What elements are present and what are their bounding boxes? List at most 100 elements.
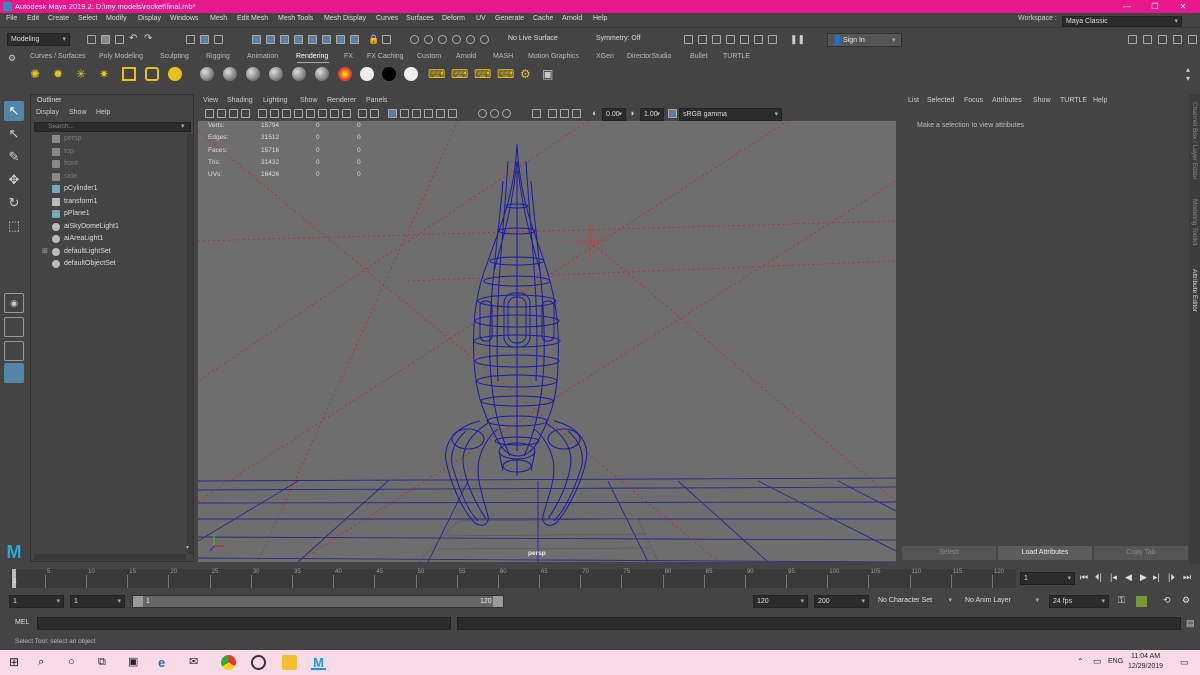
command-language-label[interactable]: MEL xyxy=(15,619,29,626)
shelf-tab-fx[interactable]: FX xyxy=(344,53,353,60)
clock-time[interactable]: 11:04 AM xyxy=(1131,653,1160,660)
render-current-icon[interactable]: ⌨ xyxy=(451,67,468,81)
use-background-icon[interactable] xyxy=(382,67,396,81)
image-plane-icon[interactable] xyxy=(241,109,250,118)
select-by-render-icon[interactable] xyxy=(336,35,345,44)
step-back-frame-icon[interactable]: |◂ xyxy=(1110,572,1117,583)
light-editor-icon[interactable] xyxy=(768,35,777,44)
play-forwards-icon[interactable]: ▶ xyxy=(1140,572,1147,583)
menu-surfaces[interactable]: Surfaces xyxy=(406,15,434,22)
shelf-tab-poly-modeling[interactable]: Poly Modeling xyxy=(99,53,143,60)
minimize-button[interactable]: — xyxy=(1113,0,1141,13)
mail-icon[interactable]: ✉ xyxy=(189,655,204,670)
menu-cache[interactable]: Cache xyxy=(533,15,553,22)
maya-taskbar-icon[interactable]: M xyxy=(311,655,326,670)
select-by-misc-icon[interactable] xyxy=(350,35,359,44)
time-slider[interactable]: 5 10 15 20 25 30 35 40 45 50 55 60 65 70 75 80 85 90 95 100… xyxy=(0,567,1200,591)
character-set-dropdown[interactable]: No Character Set xyxy=(875,595,955,608)
modeling-toolkit-icon[interactable] xyxy=(1128,35,1137,44)
ae-menu-focus[interactable]: Focus xyxy=(964,97,983,104)
range-end-handle[interactable] xyxy=(493,596,503,607)
outliner-persp-layout-icon[interactable] xyxy=(4,363,24,383)
playback-loop-icon[interactable]: ⟲ xyxy=(1163,595,1171,606)
ae-menu-selected[interactable]: Selected xyxy=(927,97,954,104)
outliner-item[interactable]: transform1 xyxy=(52,196,97,208)
motion-blur-icon[interactable] xyxy=(490,109,499,118)
area-light-icon[interactable] xyxy=(122,67,136,81)
outliner-scrollbar[interactable] xyxy=(187,134,193,554)
shelf-tab-turtle[interactable]: TURTLE xyxy=(723,53,750,60)
shelf-tab-arnold[interactable]: Arnold xyxy=(456,53,476,60)
outliner-search-input[interactable]: Search... xyxy=(34,122,191,132)
ramp-shader-icon[interactable] xyxy=(338,67,352,81)
scene-end-field[interactable]: 200 xyxy=(814,595,869,608)
xray-joints-icon[interactable] xyxy=(560,109,569,118)
camera-select-icon[interactable] xyxy=(205,109,214,118)
vp-menu-panels[interactable]: Panels xyxy=(366,97,387,104)
ipr-render-icon[interactable] xyxy=(712,35,721,44)
film-gate-icon[interactable] xyxy=(270,109,279,118)
menu-mesh-display[interactable]: Mesh Display xyxy=(324,15,366,22)
shelf-tab-curves-surfaces[interactable]: Curves / Surfaces xyxy=(30,53,86,60)
lambert-material-icon[interactable] xyxy=(223,67,237,81)
input-language[interactable]: ENG xyxy=(1108,658,1123,665)
outliner-item[interactable]: top xyxy=(52,146,74,158)
render-globals-icon[interactable]: ⌨ xyxy=(497,67,514,81)
snap-view-icon[interactable] xyxy=(480,35,489,44)
live-surface-label[interactable]: No Live Surface xyxy=(508,35,558,42)
tab-attribute-editor[interactable]: Attribute Editor xyxy=(1191,269,1198,312)
hypershade-icon[interactable] xyxy=(740,35,749,44)
menu-create[interactable]: Create xyxy=(48,15,69,22)
xray-icon[interactable] xyxy=(370,109,379,118)
vp-menu-shading[interactable]: Shading xyxy=(227,97,253,104)
ae-copy-tab-button[interactable]: Copy Tab xyxy=(1094,546,1188,560)
go-to-start-icon[interactable]: ⏮ xyxy=(1080,572,1088,583)
blinn-material-icon[interactable] xyxy=(200,67,214,81)
gate-mask-icon[interactable] xyxy=(294,109,303,118)
safe-action-icon[interactable] xyxy=(318,109,327,118)
select-by-deform-icon[interactable] xyxy=(308,35,317,44)
outliner-menu-display[interactable]: Display xyxy=(36,109,59,116)
shelf-settings-icon[interactable]: ⚙ xyxy=(8,53,20,63)
notifications-icon[interactable]: ▭ xyxy=(1180,657,1189,668)
scroll-down-icon[interactable]: ▾ xyxy=(186,544,189,551)
ambient-light-icon[interactable]: ✺ xyxy=(30,67,44,81)
sign-in-button[interactable]: 👤 Sign In ▾ xyxy=(827,33,902,47)
ae-select-button[interactable]: Select xyxy=(902,546,996,560)
render-sequence-icon[interactable] xyxy=(698,35,707,44)
menu-windows[interactable]: Windows xyxy=(170,15,198,22)
render-view-icon[interactable]: ⌨ xyxy=(428,67,445,81)
select-by-joint-icon[interactable] xyxy=(266,35,275,44)
redo-icon[interactable]: ↷ xyxy=(144,33,152,44)
file-explorer-icon[interactable] xyxy=(282,655,297,670)
playback-start-field[interactable]: 1 xyxy=(70,595,125,608)
media-player-icon[interactable] xyxy=(251,655,266,670)
select-hierarchy-icon[interactable] xyxy=(186,35,195,44)
menu-mesh[interactable]: Mesh xyxy=(210,15,227,22)
point-light-icon[interactable]: ✳ xyxy=(76,67,90,81)
symmetry-label[interactable]: Symmetry: Off xyxy=(596,35,641,42)
volume-light-icon[interactable] xyxy=(145,67,159,81)
character-controls-icon[interactable] xyxy=(1143,35,1152,44)
anti-aliasing-icon[interactable] xyxy=(502,109,511,118)
shelf-tab-mash[interactable]: MASH xyxy=(493,53,513,60)
select-component-icon[interactable] xyxy=(214,35,223,44)
paint-select-icon[interactable]: ✎ xyxy=(4,147,24,167)
menu-edit-mesh[interactable]: Edit Mesh xyxy=(237,15,268,22)
screen-space-ao-icon[interactable] xyxy=(478,109,487,118)
outliner-h-scrollbar[interactable] xyxy=(34,554,186,560)
chrome-icon[interactable] xyxy=(221,655,236,670)
four-view-layout-icon[interactable] xyxy=(4,317,24,337)
snap-grid-icon[interactable] xyxy=(410,35,419,44)
outliner-item[interactable]: persp xyxy=(52,133,82,145)
textured-icon[interactable] xyxy=(424,109,433,118)
ipr-icon[interactable]: ⌨ xyxy=(474,67,491,81)
search-icon[interactable]: ⌕ xyxy=(38,655,53,670)
script-editor-icon[interactable]: ▤ xyxy=(1186,618,1195,629)
network-icon[interactable]: ▭ xyxy=(1093,656,1102,667)
rotate-tool-icon[interactable]: ↻ xyxy=(4,193,24,213)
menu-edit[interactable]: Edit xyxy=(27,15,39,22)
outliner-item[interactable]: defaultObjectSet xyxy=(52,258,116,270)
expand-icon[interactable]: ⊞ xyxy=(42,247,48,255)
safe-title-icon[interactable] xyxy=(330,109,339,118)
